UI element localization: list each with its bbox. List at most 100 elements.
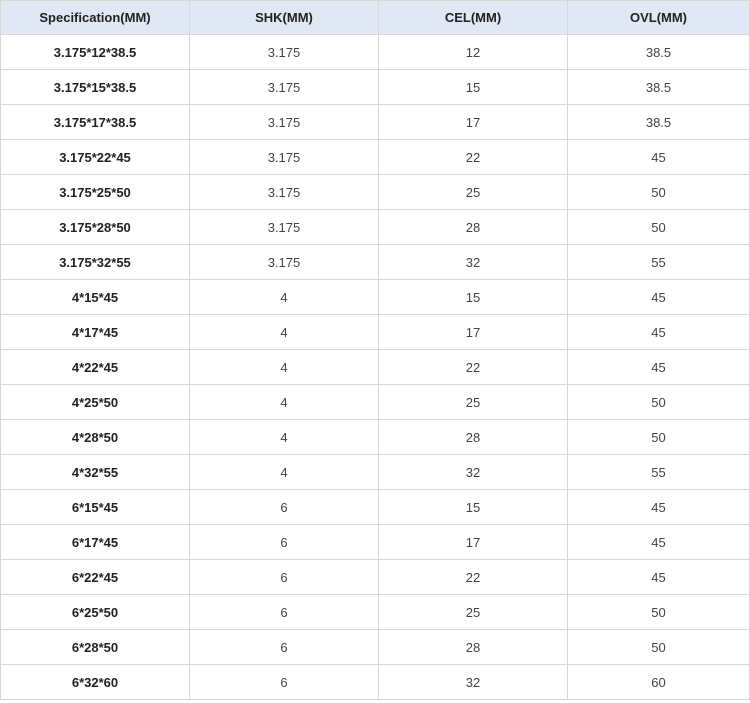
table-row: 6*28*50 6 28 50 — [0, 629, 750, 665]
cell-shk: 4 — [189, 384, 379, 420]
cell-specification: 6*22*45 — [0, 559, 190, 595]
cell-ovl: 38.5 — [567, 34, 750, 70]
header-cel: CEL(MM) — [378, 0, 568, 35]
header-ovl: OVL(MM) — [567, 0, 750, 35]
cell-shk: 4 — [189, 349, 379, 385]
cell-cel: 17 — [378, 104, 568, 140]
table-row: 3.175*15*38.5 3.175 15 38.5 — [0, 69, 750, 105]
cell-ovl: 45 — [567, 559, 750, 595]
cell-cel: 17 — [378, 314, 568, 350]
cell-ovl: 50 — [567, 594, 750, 630]
cell-ovl: 45 — [567, 314, 750, 350]
cell-ovl: 50 — [567, 174, 750, 210]
header-specification: Specification(MM) — [0, 0, 190, 35]
cell-ovl: 50 — [567, 419, 750, 455]
cell-shk: 3.175 — [189, 34, 379, 70]
cell-cel: 15 — [378, 489, 568, 525]
cell-cel: 32 — [378, 454, 568, 490]
cell-shk: 3.175 — [189, 69, 379, 105]
spec-table: Specification(MM) SHK(MM) CEL(MM) OVL(MM… — [0, 0, 750, 700]
cell-cel: 25 — [378, 384, 568, 420]
cell-cel: 22 — [378, 559, 568, 595]
header-shk: SHK(MM) — [189, 0, 379, 35]
cell-shk: 4 — [189, 279, 379, 315]
cell-cel: 28 — [378, 419, 568, 455]
cell-shk: 6 — [189, 594, 379, 630]
cell-specification: 3.175*12*38.5 — [0, 34, 190, 70]
table-row: 3.175*17*38.5 3.175 17 38.5 — [0, 104, 750, 140]
table-body: 3.175*12*38.5 3.175 12 38.5 3.175*15*38.5 3.1… — [0, 34, 750, 700]
table-row: 6*15*45 6 15 45 — [0, 489, 750, 525]
cell-specification: 3.175*28*50 — [0, 209, 190, 245]
cell-shk: 6 — [189, 489, 379, 525]
cell-ovl: 55 — [567, 244, 750, 280]
table-row: 3.175*28*50 3.175 28 50 — [0, 209, 750, 245]
cell-shk: 6 — [189, 629, 379, 665]
cell-shk: 4 — [189, 314, 379, 350]
cell-specification: 3.175*22*45 — [0, 139, 190, 175]
cell-specification: 4*32*55 — [0, 454, 190, 490]
cell-specification: 6*28*50 — [0, 629, 190, 665]
cell-shk: 4 — [189, 454, 379, 490]
cell-ovl: 45 — [567, 139, 750, 175]
table-row: 3.175*22*45 3.175 22 45 — [0, 139, 750, 175]
cell-cel: 12 — [378, 34, 568, 70]
cell-shk: 3.175 — [189, 174, 379, 210]
cell-specification: 6*17*45 — [0, 524, 190, 560]
cell-shk: 4 — [189, 419, 379, 455]
cell-cel: 17 — [378, 524, 568, 560]
cell-ovl: 45 — [567, 349, 750, 385]
cell-ovl: 50 — [567, 209, 750, 245]
cell-cel: 28 — [378, 209, 568, 245]
cell-ovl: 45 — [567, 489, 750, 525]
cell-shk: 3.175 — [189, 139, 379, 175]
table-row: 4*25*50 4 25 50 — [0, 384, 750, 420]
cell-ovl: 55 — [567, 454, 750, 490]
cell-shk: 6 — [189, 559, 379, 595]
table-row: 4*22*45 4 22 45 — [0, 349, 750, 385]
cell-ovl: 50 — [567, 384, 750, 420]
cell-specification: 4*25*50 — [0, 384, 190, 420]
cell-shk: 6 — [189, 664, 379, 700]
cell-specification: 6*25*50 — [0, 594, 190, 630]
cell-cel: 25 — [378, 174, 568, 210]
table-row: 3.175*12*38.5 3.175 12 38.5 — [0, 34, 750, 70]
cell-cel: 22 — [378, 139, 568, 175]
cell-cel: 22 — [378, 349, 568, 385]
table-row: 4*28*50 4 28 50 — [0, 419, 750, 455]
header-row: Specification(MM) SHK(MM) CEL(MM) OVL(MM… — [0, 0, 750, 35]
table-row: 6*25*50 6 25 50 — [0, 594, 750, 630]
cell-cel: 28 — [378, 629, 568, 665]
cell-specification: 3.175*25*50 — [0, 174, 190, 210]
cell-ovl: 38.5 — [567, 69, 750, 105]
table-header: Specification(MM) SHK(MM) CEL(MM) OVL(MM… — [0, 0, 750, 35]
cell-cel: 15 — [378, 69, 568, 105]
cell-shk: 6 — [189, 524, 379, 560]
cell-specification: 3.175*15*38.5 — [0, 69, 190, 105]
cell-specification: 4*15*45 — [0, 279, 190, 315]
cell-cel: 32 — [378, 244, 568, 280]
cell-specification: 4*22*45 — [0, 349, 190, 385]
table-row: 3.175*32*55 3.175 32 55 — [0, 244, 750, 280]
cell-shk: 3.175 — [189, 244, 379, 280]
cell-specification: 3.175*17*38.5 — [0, 104, 190, 140]
table-row: 6*22*45 6 22 45 — [0, 559, 750, 595]
table-row: 4*17*45 4 17 45 — [0, 314, 750, 350]
cell-cel: 25 — [378, 594, 568, 630]
table-row: 3.175*25*50 3.175 25 50 — [0, 174, 750, 210]
cell-ovl: 50 — [567, 629, 750, 665]
cell-specification: 3.175*32*55 — [0, 244, 190, 280]
table-row: 4*32*55 4 32 55 — [0, 454, 750, 490]
cell-specification: 6*32*60 — [0, 664, 190, 700]
table-row: 6*32*60 6 32 60 — [0, 664, 750, 700]
cell-ovl: 60 — [567, 664, 750, 700]
cell-specification: 4*28*50 — [0, 419, 190, 455]
cell-shk: 3.175 — [189, 209, 379, 245]
cell-ovl: 45 — [567, 279, 750, 315]
cell-ovl: 45 — [567, 524, 750, 560]
cell-cel: 15 — [378, 279, 568, 315]
cell-shk: 3.175 — [189, 104, 379, 140]
table-row: 4*15*45 4 15 45 — [0, 279, 750, 315]
cell-specification: 6*15*45 — [0, 489, 190, 525]
cell-specification: 4*17*45 — [0, 314, 190, 350]
